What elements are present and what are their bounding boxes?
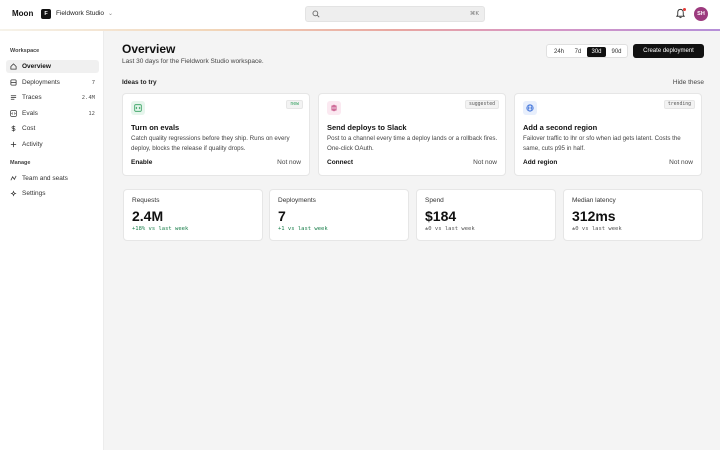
sidebar-item-label: Overview — [22, 63, 51, 70]
sidebar-item-label: Deployments — [22, 79, 60, 86]
chevron-down-icon[interactable]: ⌄ — [108, 10, 113, 17]
range-24h-button[interactable]: 24h — [549, 47, 569, 57]
home-icon — [10, 63, 17, 70]
not-now-button[interactable]: Not now — [669, 159, 693, 166]
idea-title: Send deploys to Slack — [327, 123, 407, 132]
stat-delta: ±0 vs last week — [425, 226, 475, 232]
code-icon — [10, 110, 17, 117]
globe-icon — [526, 104, 534, 112]
stat-label: Requests — [132, 197, 160, 204]
stat-delta: ±0 vs last week — [572, 226, 622, 232]
idea-description: Post to a channel every time a deploy la… — [327, 135, 498, 152]
connect-slack-button[interactable]: Connect — [327, 159, 353, 166]
stat-card-latency: Median latency 312ms ±0 vs last week — [563, 189, 703, 241]
code-icon — [134, 104, 142, 112]
idea-card-region: trending Add a second region Failover tr… — [514, 93, 702, 176]
main-content: Overview Last 30 days for the Fieldwork … — [105, 31, 720, 450]
sidebar-item-label: Cost — [22, 125, 36, 132]
workspace-switcher[interactable]: Fieldwork Studio — [56, 10, 104, 17]
stat-card-deployments: Deployments 7 +1 vs last week — [269, 189, 409, 241]
sidebar-item-count: 12 — [88, 110, 95, 117]
slack-icon — [331, 104, 337, 112]
sidebar-section-manage: Manage — [10, 160, 31, 166]
idea-icon-badge — [131, 101, 145, 115]
page-subtitle: Last 30 days for the Fieldwork Studio wo… — [122, 58, 264, 65]
stat-label: Deployments — [278, 197, 316, 204]
idea-title: Turn on evals — [131, 123, 180, 132]
stat-label: Median latency — [572, 197, 616, 204]
sidebar-item-cost[interactable]: Cost — [6, 122, 99, 135]
workspace-avatar[interactable]: F — [41, 9, 51, 19]
sidebar-item-settings[interactable]: Settings — [6, 187, 99, 200]
not-now-button[interactable]: Not now — [473, 159, 497, 166]
idea-tag: trending — [663, 100, 695, 109]
add-region-button[interactable]: Add region — [523, 159, 557, 166]
activity-icon — [10, 141, 17, 148]
idea-card-slack: suggested Send deploys to Slack Post to … — [318, 93, 506, 176]
idea-description: Failover traffic to lhr or sfo when iad … — [523, 135, 681, 152]
sidebar-item-label: Settings — [22, 190, 46, 197]
sidebar-item-label: Team and seats — [22, 175, 68, 182]
search-icon — [312, 10, 320, 18]
sidebar-item-label: Traces — [22, 94, 42, 101]
create-deployment-button[interactable]: Create deployment — [633, 44, 704, 58]
idea-tag: suggested — [465, 100, 499, 109]
stat-delta: +18% vs last week — [132, 226, 189, 232]
sidebar-item-label: Activity — [22, 141, 43, 148]
stat-value: 312ms — [572, 208, 616, 224]
enable-evals-button[interactable]: Enable — [131, 159, 152, 166]
stat-card-spend: Spend $184 ±0 vs last week — [416, 189, 556, 241]
notification-dot — [683, 8, 686, 11]
list-icon — [10, 95, 17, 100]
sidebar-item-evals[interactable]: Evals 12 — [6, 107, 99, 120]
sidebar-item-deployments[interactable]: Deployments 7 — [6, 76, 99, 89]
stat-delta: +1 vs last week — [278, 226, 328, 232]
sidebar-item-count: 7 — [91, 79, 95, 86]
stat-label: Spend — [425, 197, 444, 204]
sidebar: Workspace Overview Deployments 7 Traces … — [0, 31, 104, 450]
sidebar-item-traces[interactable]: Traces 2.4M — [6, 91, 99, 104]
search-shortcut: ⌘K — [469, 10, 479, 17]
user-avatar[interactable]: SH — [694, 7, 708, 21]
deploy-icon — [10, 79, 17, 86]
idea-card-evals: new Turn on evals Catch quality regressi… — [122, 93, 310, 176]
sidebar-item-count: 2.4M — [81, 94, 95, 101]
not-now-button[interactable]: Not now — [277, 159, 301, 166]
top-bar: Moon F Fieldwork Studio ⌄ ⌘K SH — [0, 0, 720, 29]
app-logo[interactable]: Moon — [12, 9, 33, 18]
search-input[interactable]: ⌘K — [305, 6, 485, 22]
idea-title: Add a second region — [523, 123, 598, 132]
idea-icon-badge — [523, 101, 537, 115]
sidebar-section-workspace: Workspace — [10, 48, 40, 54]
stat-value: 2.4M — [132, 208, 164, 224]
range-7d-button[interactable]: 7d — [570, 47, 586, 57]
stat-value: 7 — [278, 208, 286, 224]
stat-card-requests: Requests 2.4M +18% vs last week — [123, 189, 263, 241]
sidebar-item-team[interactable]: Team and seats — [6, 172, 99, 185]
stat-value: $184 — [425, 208, 457, 224]
ideas-heading: Ideas to try — [122, 79, 157, 86]
idea-description: Catch quality regressions before they sh… — [131, 135, 290, 152]
team-icon — [10, 175, 17, 181]
gear-icon — [10, 190, 17, 197]
sidebar-item-label: Evals — [22, 110, 38, 117]
page-title: Overview — [122, 42, 176, 56]
idea-tag: new — [286, 100, 303, 109]
hide-ideas-link[interactable]: Hide these — [673, 79, 704, 86]
range-30d-button[interactable]: 30d — [587, 46, 606, 57]
dollar-icon — [11, 125, 16, 132]
sidebar-item-activity[interactable]: Activity — [6, 138, 99, 151]
time-range-selector: 24h 7d 30d 90d — [546, 44, 628, 58]
sidebar-item-overview[interactable]: Overview — [6, 60, 99, 73]
idea-icon-badge — [327, 101, 341, 115]
range-90d-button[interactable]: 90d — [607, 47, 626, 57]
